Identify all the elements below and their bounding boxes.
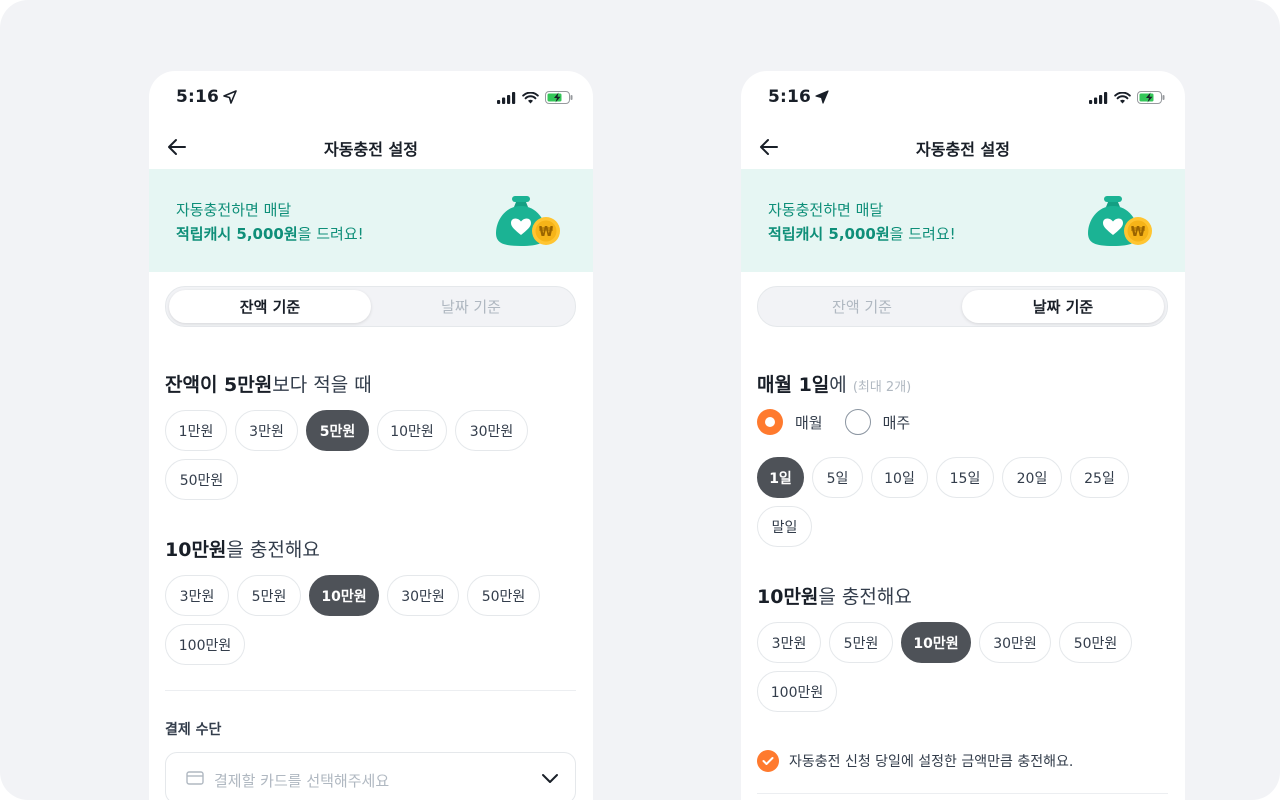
date-heading: 매월 1일에 (최대 2개) — [757, 370, 911, 397]
charge-notice-text: 자동충전 신청 당일에 설정한 금액만큼 충전해요. — [789, 754, 1074, 770]
page-title: 자동충전 설정 — [324, 140, 418, 159]
charge-heading-rest: 을 충전해요 — [226, 539, 320, 561]
phone-date-mode: 5:16 자동충전 설정 자동충전하면 매달 적립캐시 5,000원을 드려요! — [741, 71, 1185, 800]
charge-chip-3[interactable]: 3만원 — [165, 575, 229, 616]
charge-notice-row: 자동충전 신청 당일에 설정한 금액만큼 충전해요. — [757, 750, 1073, 772]
banner-line2: 적립캐시 5,000원을 드려요! — [768, 223, 956, 244]
status-icons — [497, 91, 573, 104]
threshold-chip-3[interactable]: 3만원 — [235, 410, 298, 451]
charge-heading: 10만원을 충전해요 — [165, 535, 320, 562]
day-chip-5[interactable]: 5일 — [812, 457, 863, 498]
charge-chip-30[interactable]: 30만원 — [979, 622, 1051, 663]
status-time: 5:16 — [176, 87, 237, 107]
day-chip-1-selected[interactable]: 1일 — [757, 457, 804, 498]
charge-chip-5[interactable]: 5만원 — [829, 622, 893, 663]
promo-banner: 자동충전하면 매달 적립캐시 5,000원을 드려요! ₩ — [741, 169, 1185, 272]
charge-chip-100[interactable]: 100만원 — [165, 624, 245, 665]
radio-weekly-label: 매주 — [882, 413, 911, 432]
status-bar: 5:16 — [741, 71, 1185, 123]
tab-balance[interactable]: 잔액 기준 — [761, 290, 963, 323]
radio-weekly[interactable] — [844, 409, 871, 435]
threshold-chip-5-selected[interactable]: 5만원 — [306, 410, 369, 451]
section-divider — [165, 690, 576, 691]
battery-charging-icon — [1137, 91, 1165, 104]
charge-chip-30[interactable]: 30만원 — [387, 575, 459, 616]
date-heading-rest: 에 — [829, 374, 847, 396]
location-arrow-icon — [815, 90, 829, 104]
section-divider — [757, 793, 1168, 794]
checkmark-icon — [762, 757, 774, 765]
charge-chip-10-selected[interactable]: 10만원 — [901, 622, 971, 663]
coin-symbol: ₩ — [1131, 225, 1146, 240]
money-bag-coin-icon: ₩ — [496, 196, 560, 246]
status-time-text: 5:16 — [176, 87, 220, 107]
status-time: 5:16 — [768, 87, 829, 107]
status-time-text: 5:16 — [768, 87, 812, 107]
payment-placeholder: 결제할 카드를 선택해주세요 — [214, 772, 390, 790]
coin-symbol: ₩ — [539, 225, 554, 240]
page-title: 자동충전 설정 — [916, 140, 1010, 159]
charge-heading-bold: 10만원 — [165, 539, 227, 561]
money-bag-coin-icon: ₩ — [1088, 196, 1152, 246]
banner-reward: 적립캐시 5,000원 — [768, 225, 890, 243]
tab-date[interactable]: 날짜 기준 — [370, 290, 572, 323]
banner-line1: 자동충전하면 매달 — [176, 201, 292, 219]
threshold-chip-1[interactable]: 1만원 — [165, 410, 227, 451]
threshold-chip-50[interactable]: 50만원 — [165, 459, 238, 500]
period-radio-group: 매월 매주 — [757, 409, 932, 435]
cellular-signal-icon — [1089, 91, 1108, 104]
banner-line2: 적립캐시 5,000원을 드려요! — [176, 223, 364, 244]
charge-chip-100[interactable]: 100만원 — [757, 671, 837, 712]
notice-checkbox[interactable] — [757, 750, 779, 772]
cellular-signal-icon — [497, 91, 516, 104]
charge-heading-rest: 을 충전해요 — [818, 586, 912, 608]
banner-line2-rest: 을 드려요! — [297, 225, 364, 243]
payment-card-select[interactable]: 결제할 카드를 선택해주세요 — [165, 752, 576, 800]
banner-line1: 자동충전하면 매달 — [768, 201, 884, 219]
chevron-down-icon — [542, 774, 558, 783]
day-chip-20[interactable]: 20일 — [1002, 457, 1062, 498]
tab-date[interactable]: 날짜 기준 — [962, 290, 1164, 323]
promo-banner: 자동충전하면 매달 적립캐시 5,000원을 드려요! ₩ — [149, 169, 593, 272]
day-chip-25[interactable]: 25일 — [1070, 457, 1129, 498]
nav-bar: 자동충전 설정 — [741, 123, 1185, 169]
status-bar: 5:16 — [149, 71, 593, 123]
day-chip-10[interactable]: 10일 — [871, 457, 928, 498]
day-chip-15[interactable]: 15일 — [936, 457, 994, 498]
charge-chip-5[interactable]: 5만원 — [237, 575, 301, 616]
day-chip-last[interactable]: 말일 — [757, 506, 812, 547]
charge-chip-10-selected[interactable]: 10만원 — [309, 575, 379, 616]
threshold-heading-rest: 보다 적을 때 — [272, 374, 372, 396]
charge-heading-bold: 10만원 — [757, 586, 819, 608]
threshold-heading: 잔액이 5만원보다 적을 때 — [165, 370, 372, 397]
threshold-heading-bold: 잔액이 5만원 — [165, 374, 273, 396]
wifi-icon — [1114, 91, 1131, 103]
banner-reward: 적립캐시 5,000원 — [176, 225, 298, 243]
payment-label: 결제 수단 — [165, 722, 222, 738]
banner-line2-rest: 을 드려요! — [889, 225, 956, 243]
charge-chip-50[interactable]: 50만원 — [1059, 622, 1132, 663]
credit-card-icon — [186, 771, 204, 785]
date-heading-bold: 매월 1일 — [757, 374, 830, 396]
mode-segmented-control: 잔액 기준 날짜 기준 — [165, 286, 576, 327]
charge-heading: 10만원을 충전해요 — [757, 582, 912, 609]
mode-segmented-control: 잔액 기준 날짜 기준 — [757, 286, 1168, 327]
wifi-icon — [522, 91, 539, 103]
location-arrow-icon — [223, 90, 237, 104]
charge-chip-3[interactable]: 3만원 — [757, 622, 821, 663]
status-icons — [1089, 91, 1165, 104]
threshold-chip-10[interactable]: 10만원 — [377, 410, 447, 451]
charge-chip-50[interactable]: 50만원 — [467, 575, 540, 616]
phone-balance-mode: 5:16 자동충전 설정 자동충전하면 매달 적립캐시 5,000원을 드려요! — [149, 71, 593, 800]
radio-monthly[interactable] — [757, 409, 783, 435]
tab-balance[interactable]: 잔액 기준 — [169, 290, 371, 323]
radio-monthly-label: 매월 — [795, 413, 823, 432]
date-heading-hint: (최대 2개) — [852, 380, 912, 395]
screenshot-canvas: 5:16 자동충전 설정 자동충전하면 매달 적립캐시 5,000원을 드려요! — [0, 0, 1280, 800]
threshold-chip-30[interactable]: 30만원 — [455, 410, 528, 451]
battery-charging-icon — [545, 91, 573, 104]
nav-bar: 자동충전 설정 — [149, 123, 593, 169]
